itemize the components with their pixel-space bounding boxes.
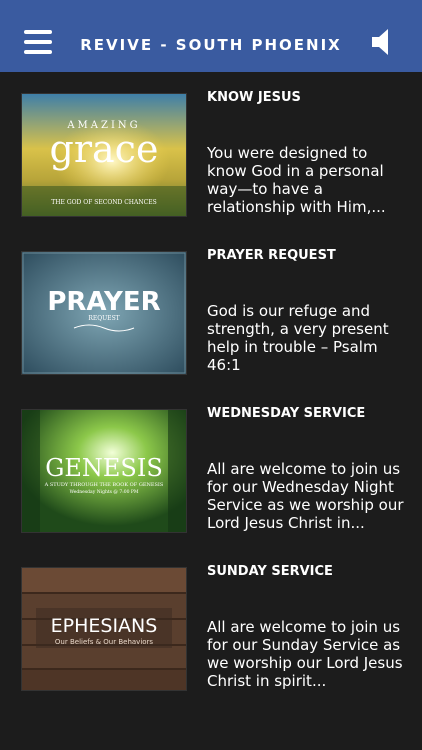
list-item-prayer-request[interactable]: PRAYER REQUEST PRAYER REQUEST God is our… [0, 230, 422, 388]
genesis-thumbnail[interactable]: GENESIS A STUDY THROUGH THE BOOK OF GENE… [22, 410, 186, 532]
thumb-big-text: EPHESIANS [51, 615, 158, 637]
ephesians-thumbnail[interactable]: EPHESIANS Our Beliefs & Our Behaviors [22, 568, 186, 690]
thumb-sub-text-2: Wednesday Nights @ 7:00 PM [69, 488, 138, 495]
item-description: You were designed to know God in a perso… [207, 144, 386, 216]
item-title: WEDNESDAY SERVICE [207, 406, 366, 421]
item-title: PRAYER REQUEST [207, 248, 336, 263]
app-header: REVIVE - SOUTH PHOENIX [0, 0, 422, 72]
item-description: All are welcome to join us for our Sunda… [207, 618, 403, 690]
item-description: God is our refuge and strength, a very p… [207, 302, 389, 374]
speaker-icon[interactable] [370, 26, 396, 58]
item-title: SUNDAY SERVICE [207, 564, 333, 579]
list-item-know-jesus[interactable]: AMAZING grace THE GOD OF SECOND CHANCES … [0, 72, 422, 230]
amazing-grace-thumbnail[interactable]: AMAZING grace THE GOD OF SECOND CHANCES [22, 94, 186, 216]
thumb-sub-text: A STUDY THROUGH THE BOOK OF GENESIS [44, 482, 164, 488]
page-title: REVIVE - SOUTH PHOENIX [80, 36, 342, 54]
item-title: KNOW JESUS [207, 90, 301, 105]
thumb-big-text: GENESIS [45, 454, 163, 482]
item-description: All are welcome to join us for our Wedne… [207, 460, 404, 532]
list-item-sunday-service[interactable]: EPHESIANS Our Beliefs & Our Behaviors SU… [0, 546, 422, 704]
thumb-sub-text: REQUEST [88, 315, 119, 322]
list-item-wednesday-service[interactable]: GENESIS A STUDY THROUGH THE BOOK OF GENE… [0, 388, 422, 546]
thumb-big-text: PRAYER [47, 287, 160, 317]
prayer-request-thumbnail[interactable]: PRAYER REQUEST [22, 252, 186, 374]
thumb-sub-text: THE GOD OF SECOND CHANCES [51, 199, 156, 206]
thumb-sub-text: Our Beliefs & Our Behaviors [55, 638, 154, 646]
thumb-big-text: grace [50, 127, 159, 171]
